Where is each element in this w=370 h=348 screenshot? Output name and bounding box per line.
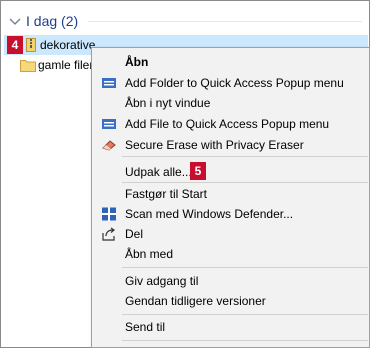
menu-item-label: Fastgør til Start xyxy=(125,187,208,201)
group-divider xyxy=(88,21,362,22)
menu-item-scan-defender[interactable]: Scan med Windows Defender... xyxy=(92,204,370,224)
menu-item-pin-to-start[interactable]: Fastgør til Start xyxy=(92,184,370,204)
menu-separator xyxy=(122,340,368,341)
menu-item-label: Secure Erase with Privacy Eraser xyxy=(125,138,304,152)
menu-separator xyxy=(122,182,368,183)
menu-item-open-with[interactable]: Åbn med xyxy=(92,244,370,264)
step-badge: 5 xyxy=(190,162,206,180)
zip-folder-icon xyxy=(26,38,36,52)
menu-item-label: Scan med Windows Defender... xyxy=(125,207,294,221)
menu-item-label: Send til xyxy=(125,320,166,334)
step-badge: 4 xyxy=(7,36,23,54)
menu-item-label: Del xyxy=(125,227,144,241)
group-label: I dag (2) xyxy=(26,13,79,29)
menu-item-open[interactable]: Åbn xyxy=(92,52,370,72)
menu-separator xyxy=(122,267,368,268)
chevron-down-icon xyxy=(9,18,21,25)
menu-separator xyxy=(122,314,368,315)
eraser-icon xyxy=(102,140,116,151)
menu-item-share[interactable]: Del xyxy=(92,224,370,244)
quick-access-icon xyxy=(102,119,116,129)
menu-item-give-access[interactable]: Giv adgang til xyxy=(92,271,370,291)
menu-item-label: Gendan tidligere versioner xyxy=(125,294,266,308)
file-name: gamle filer xyxy=(38,58,94,72)
menu-item-label: Åbn i nyt vindue xyxy=(125,96,211,110)
menu-separator xyxy=(122,156,368,157)
windows-defender-icon xyxy=(102,207,116,221)
menu-item-label: Udpak alle... xyxy=(125,165,192,179)
group-header[interactable]: I dag (2) xyxy=(8,10,78,32)
menu-item-label: Åbn xyxy=(125,55,149,69)
context-menu: Åbn Add Folder to Quick Access Popup men… xyxy=(91,47,370,348)
menu-item-extract-all[interactable]: Udpak alle... xyxy=(92,162,370,182)
menu-item-open-new-window[interactable]: Åbn i nyt vindue xyxy=(92,93,370,113)
menu-item-send-to[interactable]: Send til xyxy=(92,317,370,337)
menu-item-add-folder-quick-access[interactable]: Add Folder to Quick Access Popup menu xyxy=(92,73,370,93)
menu-item-label: Giv adgang til xyxy=(125,274,199,288)
menu-item-secure-erase[interactable]: Secure Erase with Privacy Eraser xyxy=(92,135,370,155)
share-icon xyxy=(102,227,116,241)
file-name: dekorative xyxy=(40,38,96,52)
folder-icon xyxy=(20,60,36,72)
menu-item-label: Add File to Quick Access Popup menu xyxy=(125,117,330,131)
menu-item-label: Add Folder to Quick Access Popup menu xyxy=(125,76,344,90)
menu-item-restore-versions[interactable]: Gendan tidligere versioner xyxy=(92,291,370,311)
quick-access-icon xyxy=(102,78,116,88)
menu-item-label: Åbn med xyxy=(125,247,174,261)
menu-item-add-file-quick-access[interactable]: Add File to Quick Access Popup menu xyxy=(92,114,370,134)
